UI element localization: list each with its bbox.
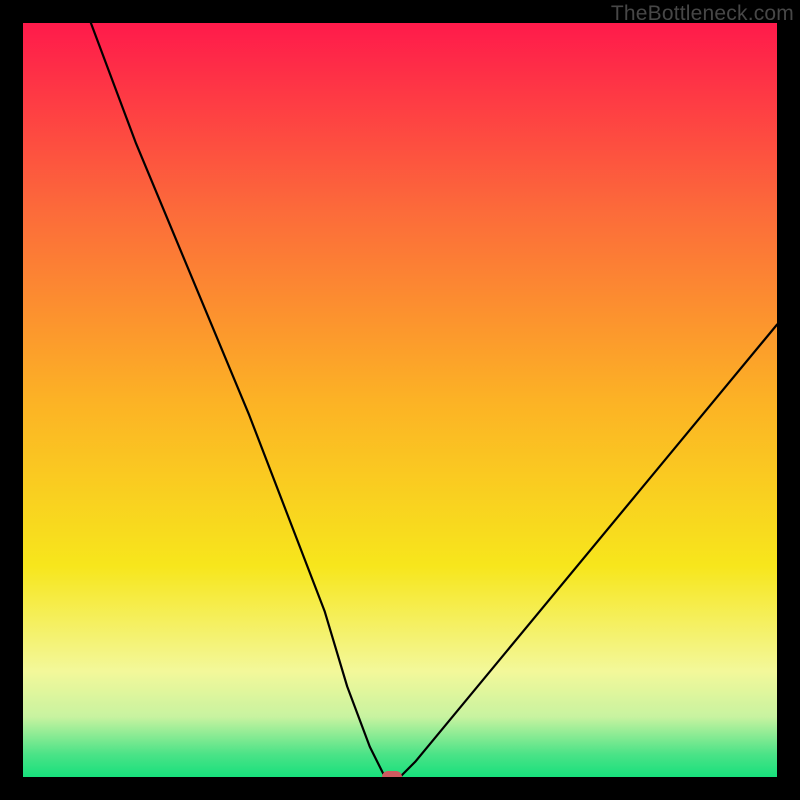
- gradient-background: [23, 23, 777, 777]
- watermark-text: TheBottleneck.com: [611, 2, 794, 26]
- chart-svg: [23, 23, 777, 777]
- chart-frame: TheBottleneck.com: [0, 0, 800, 800]
- optimal-marker: [382, 771, 402, 777]
- plot-area: [23, 23, 777, 777]
